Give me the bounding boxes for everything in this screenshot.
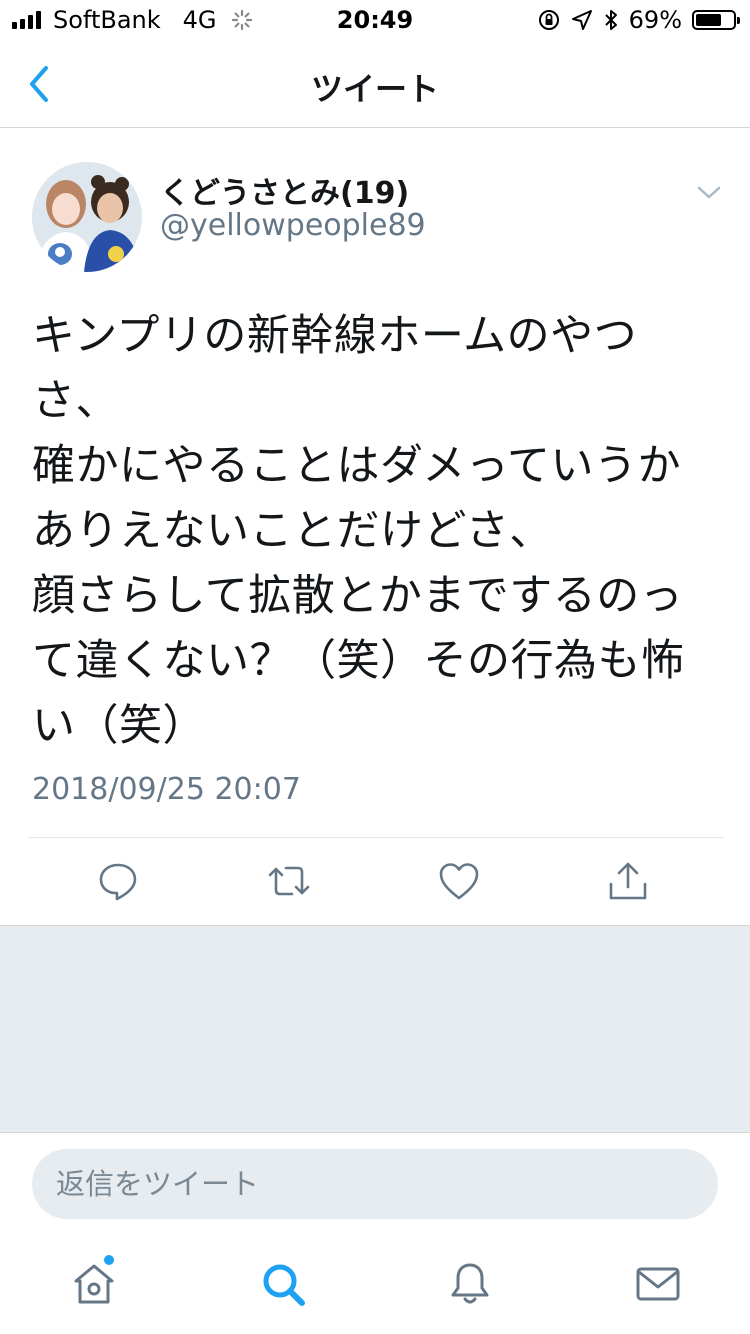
avatar[interactable] bbox=[32, 162, 142, 272]
bluetooth-icon bbox=[604, 10, 617, 30]
tweet-timestamp: 2018/09/25 20:07 bbox=[32, 772, 301, 807]
retweet-button[interactable] bbox=[266, 860, 312, 902]
home-badge bbox=[104, 1255, 114, 1265]
orientation-lock-icon bbox=[538, 10, 559, 30]
page-title: ツイート bbox=[310, 70, 439, 108]
bell-icon bbox=[451, 1263, 489, 1304]
replies-area bbox=[0, 925, 750, 1132]
tab-search[interactable] bbox=[259, 1260, 307, 1308]
tweet-detail-screen: SoftBank 4G 20:49 69% ツイート くどうさとみ(19) @y… bbox=[0, 0, 750, 1334]
tab-messages[interactable] bbox=[634, 1260, 682, 1308]
avatar-image bbox=[32, 162, 142, 272]
battery-percent: 69% bbox=[628, 6, 682, 34]
tab-notifications[interactable] bbox=[446, 1260, 494, 1308]
user-display-name[interactable]: くどうさとみ(19) bbox=[160, 168, 409, 212]
navigation-bar: ツイート bbox=[0, 40, 750, 128]
reply-button[interactable] bbox=[97, 860, 139, 902]
reply-input[interactable] bbox=[32, 1149, 718, 1219]
location-arrow-icon bbox=[571, 10, 592, 30]
status-bar: SoftBank 4G 20:49 69% bbox=[0, 0, 750, 40]
battery-fill bbox=[696, 14, 721, 26]
home-icon bbox=[74, 1264, 114, 1304]
reply-composer bbox=[0, 1132, 750, 1232]
status-right: 69% bbox=[537, 6, 740, 34]
like-button[interactable] bbox=[437, 860, 481, 902]
search-icon bbox=[263, 1264, 305, 1306]
chevron-down-icon bbox=[697, 186, 721, 199]
share-button[interactable] bbox=[607, 860, 649, 902]
heart-icon bbox=[439, 863, 479, 900]
user-handle[interactable]: @yellowpeople89 bbox=[160, 208, 426, 243]
share-icon bbox=[609, 862, 647, 900]
reply-icon bbox=[99, 863, 137, 901]
tab-bar bbox=[0, 1232, 750, 1334]
tweet-options-button[interactable] bbox=[694, 180, 724, 204]
tab-home[interactable] bbox=[70, 1255, 118, 1308]
retweet-icon bbox=[268, 866, 310, 896]
battery-icon bbox=[692, 10, 740, 30]
mail-icon bbox=[636, 1267, 680, 1301]
tweet-text: キンプリの新幹線ホームのやつさ、 確かにやることはダメっていうかありえないことだ… bbox=[32, 311, 685, 751]
tweet-actions bbox=[0, 838, 750, 924]
